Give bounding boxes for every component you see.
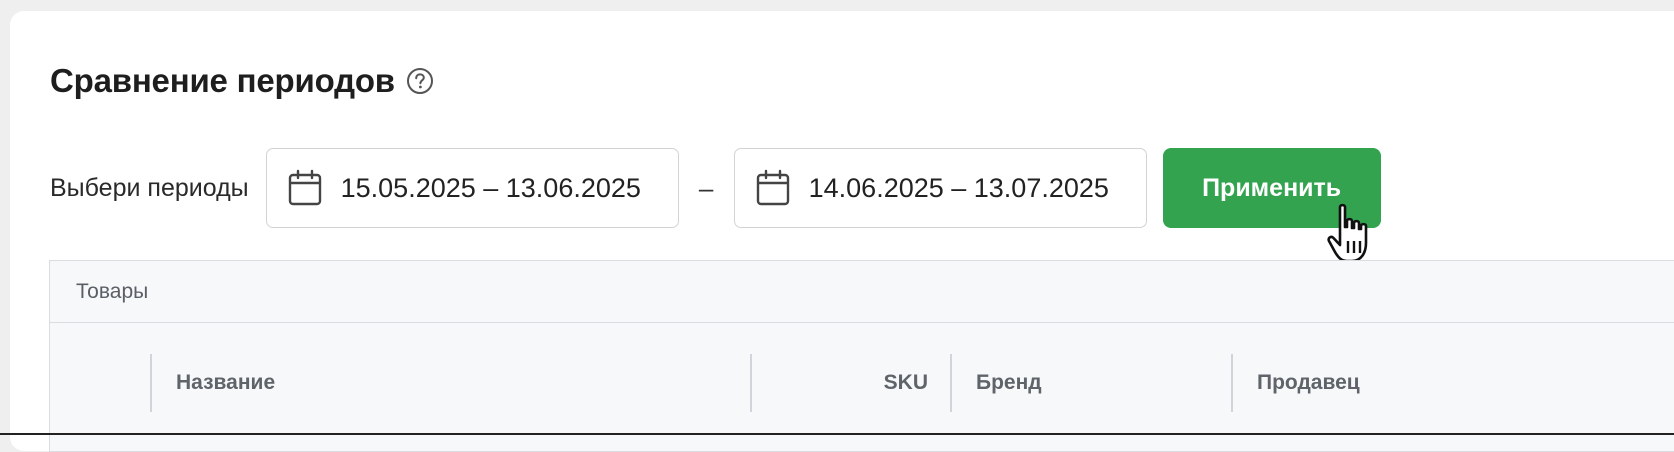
period-label: Выбери периоды bbox=[50, 173, 249, 202]
hand-pointer-icon bbox=[1327, 203, 1368, 263]
period2-value: 14.06.2025 – 13.07.2025 bbox=[808, 172, 1109, 203]
period1-value: 15.05.2025 – 13.06.2025 bbox=[340, 172, 641, 203]
calendar-icon bbox=[288, 169, 321, 206]
column-header-seller[interactable]: Продавец bbox=[1257, 354, 1360, 412]
table-caption: Товары bbox=[50, 261, 1674, 323]
table-header-row: Название SKU Бренд Продавец bbox=[50, 323, 1674, 443]
page-title: Сравнение периодов bbox=[50, 62, 395, 99]
bottom-divider bbox=[0, 433, 1674, 435]
period2-date-picker[interactable]: 14.06.2025 – 13.07.2025 bbox=[733, 148, 1147, 228]
column-header-name[interactable]: Название bbox=[176, 354, 275, 412]
help-circle-icon[interactable] bbox=[405, 66, 435, 96]
products-table: Товары Название SKU Бренд Продавец bbox=[49, 260, 1674, 452]
calendar-icon bbox=[756, 169, 789, 206]
column-header-sku[interactable]: SKU bbox=[750, 354, 928, 412]
period-controls: Выбери периоды 15.05.2025 – 13.06.2025 –… bbox=[50, 148, 1381, 228]
column-header-brand[interactable]: Бренд bbox=[976, 354, 1042, 412]
period1-date-picker[interactable]: 15.05.2025 – 13.06.2025 bbox=[265, 148, 679, 228]
column-separator bbox=[950, 354, 952, 412]
column-separator bbox=[1231, 354, 1233, 412]
title-row: Сравнение периодов bbox=[50, 62, 435, 100]
period-separator: – bbox=[698, 172, 714, 203]
column-separator bbox=[150, 354, 152, 412]
